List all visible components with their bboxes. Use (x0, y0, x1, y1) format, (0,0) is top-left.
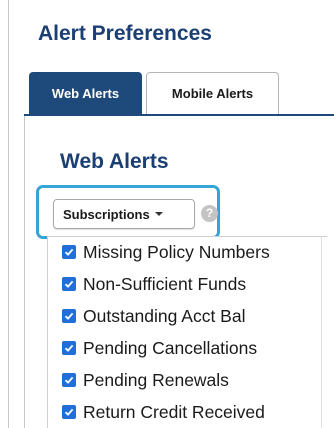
checkbox-checked-icon[interactable] (62, 245, 76, 259)
menu-item-label: Non-Sufficient Funds (83, 273, 247, 294)
menu-item-non-sufficient-funds[interactable]: Non-Sufficient Funds (62, 272, 332, 296)
checkbox-checked-icon[interactable] (62, 341, 76, 355)
section-title: Web Alerts (60, 150, 169, 173)
page-title: Alert Preferences (38, 22, 212, 45)
tab-web-alerts[interactable]: Web Alerts (29, 72, 142, 114)
menu-item-label: Outstanding Acct Bal (83, 305, 246, 326)
subscriptions-dropdown-menu: Missing Policy Numbers Non-Sufficient Fu… (47, 236, 327, 428)
menu-item-label: Missing Policy Numbers (83, 241, 270, 262)
subscriptions-dropdown-label: Subscriptions (63, 206, 150, 222)
checkbox-checked-icon[interactable] (62, 309, 76, 323)
menu-item-pending-renewals[interactable]: Pending Renewals (62, 368, 332, 392)
tab-mobile-alerts[interactable]: Mobile Alerts (146, 72, 279, 114)
menu-item-label: Pending Renewals (83, 369, 229, 390)
checkbox-checked-icon[interactable] (62, 373, 76, 387)
menu-item-missing-policy-numbers[interactable]: Missing Policy Numbers (62, 240, 332, 264)
menu-item-pending-cancellations[interactable]: Pending Cancellations (62, 336, 332, 360)
menu-item-return-credit-received[interactable]: Return Credit Received (62, 400, 332, 424)
caret-down-icon (154, 212, 163, 216)
checkbox-checked-icon[interactable] (62, 277, 76, 291)
subscriptions-dropdown-button[interactable]: Subscriptions (53, 199, 195, 229)
checkbox-checked-icon[interactable] (62, 405, 76, 419)
menu-item-label: Return Credit Received (83, 401, 265, 422)
menu-item-outstanding-acct-bal[interactable]: Outstanding Acct Bal (62, 304, 332, 328)
help-icon[interactable]: ? (201, 205, 218, 222)
menu-item-label: Pending Cancellations (83, 337, 258, 358)
